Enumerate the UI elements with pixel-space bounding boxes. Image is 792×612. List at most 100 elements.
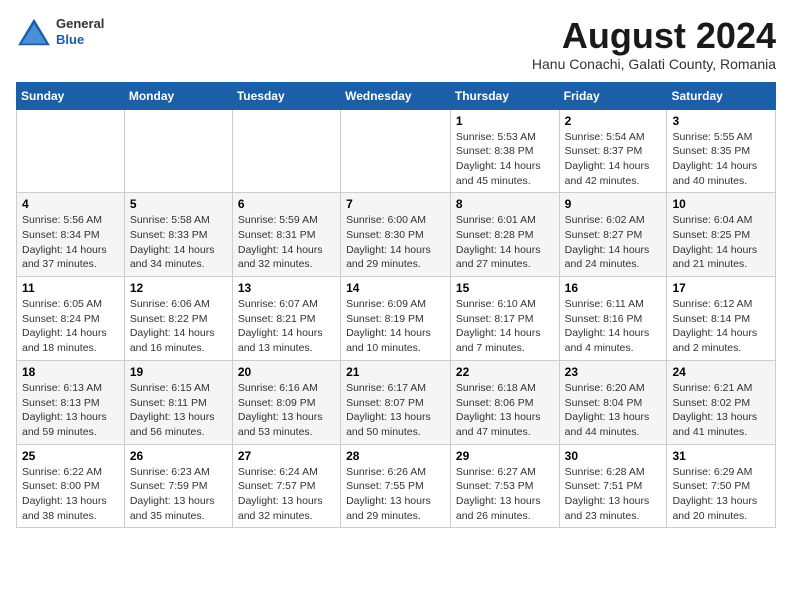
day-info: Sunrise: 5:56 AMSunset: 8:34 PMDaylight:… — [22, 213, 119, 272]
day-info: Sunrise: 6:27 AMSunset: 7:53 PMDaylight:… — [456, 465, 554, 524]
day-number: 25 — [22, 449, 119, 463]
logo-text: General Blue — [56, 16, 104, 47]
calendar-cell: 3 Sunrise: 5:55 AMSunset: 8:35 PMDaylight… — [667, 109, 776, 193]
day-info: Sunrise: 6:15 AMSunset: 8:11 PMDaylight:… — [130, 381, 227, 440]
day-number: 22 — [456, 365, 554, 379]
day-number: 12 — [130, 281, 227, 295]
day-info: Sunrise: 6:17 AMSunset: 8:07 PMDaylight:… — [346, 381, 445, 440]
day-info: Sunrise: 6:00 AMSunset: 8:30 PMDaylight:… — [346, 213, 445, 272]
calendar-cell: 22Sunrise: 6:18 AMSunset: 8:06 PMDayligh… — [450, 360, 559, 444]
calendar-cell: 18 Sunrise: 6:13 AMSunset: 8:13 PMDayligh… — [17, 360, 125, 444]
day-info: Sunrise: 5:55 AMSunset: 8:35 PMDaylight:… — [672, 130, 770, 189]
day-number: 28 — [346, 449, 445, 463]
day-info: Sunrise: 6:12 AMSunset: 8:14 PMDaylight:… — [672, 297, 770, 356]
calendar-cell: 26 Sunrise: 6:23 AMSunset: 7:59 PMDayligh… — [124, 444, 232, 528]
calendar-cell — [232, 109, 340, 193]
day-info: Sunrise: 6:02 AMSunset: 8:27 PMDaylight:… — [565, 213, 662, 272]
month-title: August 2024 — [532, 16, 776, 56]
day-number: 5 — [130, 197, 227, 211]
week-row-5: 25Sunrise: 6:22 AMSunset: 8:00 PMDayligh… — [17, 444, 776, 528]
calendar-cell: 12 Sunrise: 6:06 AMSunset: 8:22 PMDayligh… — [124, 277, 232, 361]
day-info: Sunrise: 6:05 AMSunset: 8:24 PMDaylight:… — [22, 297, 119, 356]
calendar-cell: 31 Sunrise: 6:29 AMSunset: 7:50 PMDayligh… — [667, 444, 776, 528]
calendar-cell: 11 Sunrise: 6:05 AMSunset: 8:24 PMDayligh… — [17, 277, 125, 361]
calendar-cell: 25Sunrise: 6:22 AMSunset: 8:00 PMDayligh… — [17, 444, 125, 528]
week-row-4: 18 Sunrise: 6:13 AMSunset: 8:13 PMDayligh… — [17, 360, 776, 444]
calendar-cell: 23 Sunrise: 6:20 AMSunset: 8:04 PMDayligh… — [559, 360, 667, 444]
calendar-table: SundayMondayTuesdayWednesdayThursdayFrid… — [16, 82, 776, 529]
day-info: Sunrise: 6:11 AMSunset: 8:16 PMDaylight:… — [565, 297, 662, 356]
col-header-wednesday: Wednesday — [341, 82, 451, 109]
day-number: 23 — [565, 365, 662, 379]
day-info: Sunrise: 6:26 AMSunset: 7:55 PMDaylight:… — [346, 465, 445, 524]
day-number: 15 — [456, 281, 554, 295]
day-info: Sunrise: 5:58 AMSunset: 8:33 PMDaylight:… — [130, 213, 227, 272]
title-area: August 2024 Hanu Conachi, Galati County,… — [532, 16, 776, 72]
day-info: Sunrise: 6:21 AMSunset: 8:02 PMDaylight:… — [672, 381, 770, 440]
calendar-header-row: SundayMondayTuesdayWednesdayThursdayFrid… — [17, 82, 776, 109]
calendar-cell: 1 Sunrise: 5:53 AMSunset: 8:38 PMDaylight… — [450, 109, 559, 193]
day-number: 18 — [22, 365, 119, 379]
day-info: Sunrise: 6:23 AMSunset: 7:59 PMDaylight:… — [130, 465, 227, 524]
week-row-3: 11 Sunrise: 6:05 AMSunset: 8:24 PMDayligh… — [17, 277, 776, 361]
calendar-cell: 29 Sunrise: 6:27 AMSunset: 7:53 PMDayligh… — [450, 444, 559, 528]
logo-blue: Blue — [56, 32, 104, 48]
calendar-cell: 24 Sunrise: 6:21 AMSunset: 8:02 PMDayligh… — [667, 360, 776, 444]
day-info: Sunrise: 6:24 AMSunset: 7:57 PMDaylight:… — [238, 465, 335, 524]
day-number: 14 — [346, 281, 445, 295]
day-number: 10 — [672, 197, 770, 211]
calendar-cell: 27Sunrise: 6:24 AMSunset: 7:57 PMDayligh… — [232, 444, 340, 528]
calendar-cell: 4Sunrise: 5:56 AMSunset: 8:34 PMDaylight… — [17, 193, 125, 277]
day-number: 7 — [346, 197, 445, 211]
day-info: Sunrise: 5:54 AMSunset: 8:37 PMDaylight:… — [565, 130, 662, 189]
calendar-cell — [341, 109, 451, 193]
calendar-cell: 13Sunrise: 6:07 AMSunset: 8:21 PMDayligh… — [232, 277, 340, 361]
col-header-saturday: Saturday — [667, 82, 776, 109]
calendar-cell — [124, 109, 232, 193]
week-row-2: 4Sunrise: 5:56 AMSunset: 8:34 PMDaylight… — [17, 193, 776, 277]
day-info: Sunrise: 6:10 AMSunset: 8:17 PMDaylight:… — [456, 297, 554, 356]
calendar-cell: 9 Sunrise: 6:02 AMSunset: 8:27 PMDaylight… — [559, 193, 667, 277]
day-info: Sunrise: 6:07 AMSunset: 8:21 PMDaylight:… — [238, 297, 335, 356]
calendar-cell: 6 Sunrise: 5:59 AMSunset: 8:31 PMDaylight… — [232, 193, 340, 277]
day-info: Sunrise: 6:09 AMSunset: 8:19 PMDaylight:… — [346, 297, 445, 356]
calendar-cell: 21Sunrise: 6:17 AMSunset: 8:07 PMDayligh… — [341, 360, 451, 444]
calendar-cell: 17Sunrise: 6:12 AMSunset: 8:14 PMDayligh… — [667, 277, 776, 361]
day-number: 9 — [565, 197, 662, 211]
day-info: Sunrise: 6:20 AMSunset: 8:04 PMDaylight:… — [565, 381, 662, 440]
day-number: 26 — [130, 449, 227, 463]
calendar-cell: 14 Sunrise: 6:09 AMSunset: 8:19 PMDayligh… — [341, 277, 451, 361]
calendar-cell: 2 Sunrise: 5:54 AMSunset: 8:37 PMDaylight… — [559, 109, 667, 193]
day-number: 11 — [22, 281, 119, 295]
day-number: 2 — [565, 114, 662, 128]
calendar-cell: 8Sunrise: 6:01 AMSunset: 8:28 PMDaylight… — [450, 193, 559, 277]
col-header-friday: Friday — [559, 82, 667, 109]
day-number: 29 — [456, 449, 554, 463]
day-number: 31 — [672, 449, 770, 463]
day-number: 1 — [456, 114, 554, 128]
day-info: Sunrise: 6:16 AMSunset: 8:09 PMDaylight:… — [238, 381, 335, 440]
calendar-cell: 28 Sunrise: 6:26 AMSunset: 7:55 PMDayligh… — [341, 444, 451, 528]
col-header-monday: Monday — [124, 82, 232, 109]
day-number: 3 — [672, 114, 770, 128]
day-info: Sunrise: 6:29 AMSunset: 7:50 PMDaylight:… — [672, 465, 770, 524]
day-number: 24 — [672, 365, 770, 379]
logo-general: General — [56, 16, 104, 32]
location-subtitle: Hanu Conachi, Galati County, Romania — [532, 56, 776, 72]
day-info: Sunrise: 5:59 AMSunset: 8:31 PMDaylight:… — [238, 213, 335, 272]
day-number: 6 — [238, 197, 335, 211]
calendar-cell: 19Sunrise: 6:15 AMSunset: 8:11 PMDayligh… — [124, 360, 232, 444]
day-info: Sunrise: 6:13 AMSunset: 8:13 PMDaylight:… — [22, 381, 119, 440]
day-number: 8 — [456, 197, 554, 211]
day-info: Sunrise: 6:06 AMSunset: 8:22 PMDaylight:… — [130, 297, 227, 356]
col-header-thursday: Thursday — [450, 82, 559, 109]
day-info: Sunrise: 6:28 AMSunset: 7:51 PMDaylight:… — [565, 465, 662, 524]
calendar-cell: 30Sunrise: 6:28 AMSunset: 7:51 PMDayligh… — [559, 444, 667, 528]
day-info: Sunrise: 5:53 AMSunset: 8:38 PMDaylight:… — [456, 130, 554, 189]
calendar-cell: 10Sunrise: 6:04 AMSunset: 8:25 PMDayligh… — [667, 193, 776, 277]
day-number: 20 — [238, 365, 335, 379]
week-row-1: 1 Sunrise: 5:53 AMSunset: 8:38 PMDaylight… — [17, 109, 776, 193]
col-header-sunday: Sunday — [17, 82, 125, 109]
col-header-tuesday: Tuesday — [232, 82, 340, 109]
calendar-cell: 5 Sunrise: 5:58 AMSunset: 8:33 PMDaylight… — [124, 193, 232, 277]
